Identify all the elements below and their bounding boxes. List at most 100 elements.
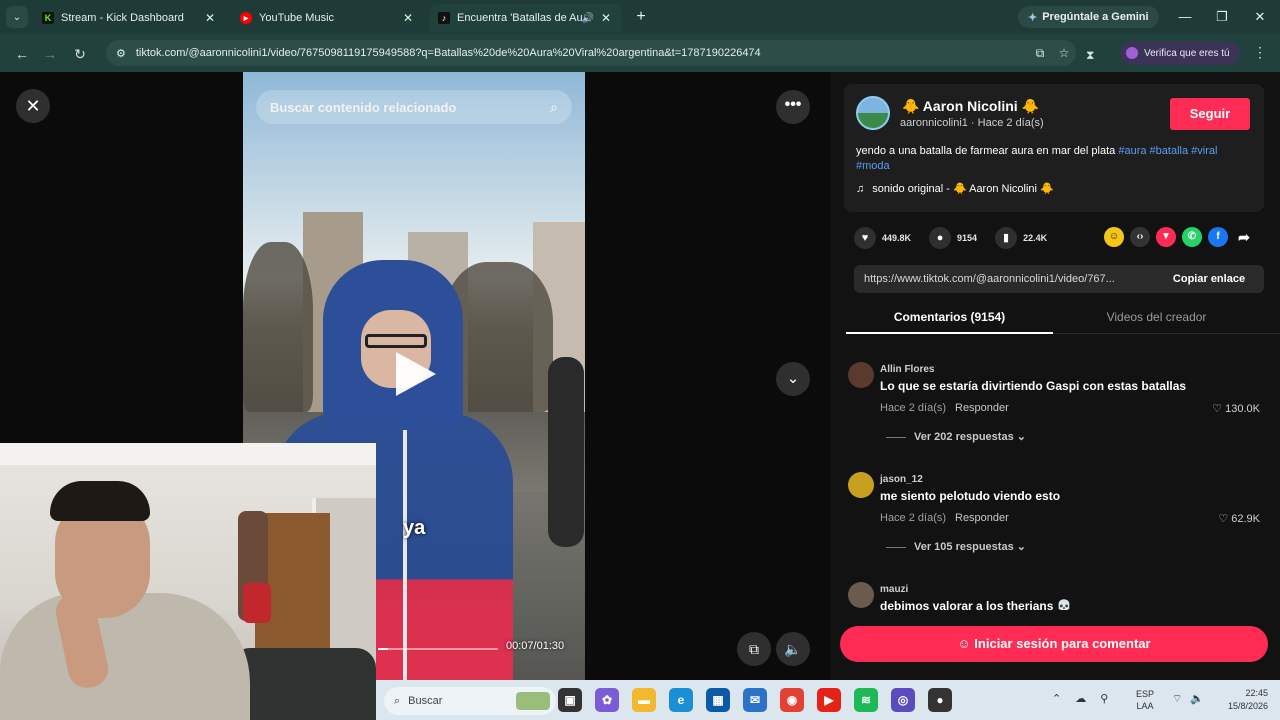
reply-button[interactable]: Responder — [955, 402, 1009, 414]
copilot-icon[interactable]: ✿ — [595, 688, 619, 712]
save-button[interactable]: ▮ 22.4K — [995, 227, 1047, 249]
comment-like-button[interactable]: ♡ 62.9K — [1218, 512, 1260, 525]
new-tab-button[interactable]: + — [632, 8, 650, 26]
forward-button[interactable]: → — [40, 44, 60, 64]
chrome-icon[interactable]: ◉ — [780, 688, 804, 712]
send-icon[interactable]: ▼ — [1156, 227, 1176, 247]
volume-button[interactable]: 🔈 — [776, 632, 810, 666]
view-replies-button[interactable]: Ver 202 respuestas ⌄ — [886, 430, 1026, 443]
hashtag-link[interactable]: #moda — [856, 160, 890, 172]
author-name[interactable]: 🐥 Aaron Nicolini 🐥 — [902, 98, 1039, 115]
music-link[interactable]: ♫ sonido original - 🐥 Aaron Nicolini 🐥 — [856, 182, 1054, 195]
site-info-icon[interactable]: ⚙ — [116, 47, 126, 60]
mail-icon[interactable]: ✉ — [743, 688, 767, 712]
share-arrow-icon[interactable]: ➦ — [1234, 227, 1254, 247]
spotify-icon[interactable]: ≋ — [854, 688, 878, 712]
url-text[interactable]: tiktok.com/@aaronnicolini1/video/7675098… — [136, 47, 1028, 59]
close-window-button[interactable]: ✕ — [1247, 6, 1273, 28]
clock[interactable]: 22:45 15/8/2026 — [1212, 687, 1268, 713]
commenter-name[interactable]: Allin Flores — [880, 364, 934, 375]
maximize-button[interactable]: ❐ — [1209, 6, 1235, 28]
login-to-comment-button[interactable]: ☺ Iniciar sesión para comentar — [840, 626, 1268, 662]
youtube-icon[interactable]: ▶ — [817, 688, 841, 712]
install-app-icon[interactable]: ⧉ — [1028, 46, 1052, 61]
language-code: ESP — [1136, 689, 1155, 699]
hashtag-link[interactable]: #batalla — [1150, 145, 1189, 157]
tray-app-icon[interactable]: ⚲ — [1100, 692, 1108, 705]
heart-icon: ♥ — [854, 227, 876, 249]
more-options-button[interactable]: ••• — [776, 90, 810, 124]
follow-button[interactable]: Seguir — [1170, 98, 1250, 130]
commenter-name[interactable]: mauzi — [880, 584, 908, 595]
gemini-button[interactable]: ✦ Pregúntale a Gemini — [1018, 6, 1159, 28]
taskbar-search[interactable]: ⌕ Buscar — [384, 687, 556, 715]
emoji-share-icon[interactable]: ☺ — [1104, 227, 1124, 247]
speaker-icon[interactable]: 🔊 — [582, 13, 594, 24]
obs-icon[interactable]: ◎ — [891, 688, 915, 712]
view-replies-label: Ver 105 respuestas — [914, 541, 1014, 553]
music-label: sonido original - 🐥 Aaron Nicolini 🐥 — [872, 183, 1054, 195]
tray-chevron-icon[interactable]: ⌃ — [1052, 692, 1061, 705]
search-icon[interactable]: ⌕ — [550, 99, 558, 116]
search-icon: ⌕ — [394, 694, 401, 707]
copy-link-button[interactable]: Copiar enlace — [1154, 273, 1264, 285]
close-tab-icon[interactable]: ✕ — [202, 11, 218, 25]
login-label: Iniciar sesión para comentar — [974, 636, 1151, 651]
task-view-icon[interactable]: ▣ — [558, 688, 582, 712]
hashtag-link[interactable]: #viral — [1191, 145, 1217, 157]
commenter-avatar[interactable] — [848, 582, 874, 608]
gemini-label: Pregúntale a Gemini — [1042, 11, 1149, 23]
tab-comments[interactable]: Comentarios (9154) — [846, 310, 1053, 324]
whatsapp-icon[interactable]: ✆ — [1182, 227, 1202, 247]
tab-kick-dashboard[interactable]: K Stream - Kick Dashboard ✕ — [34, 4, 226, 32]
address-bar[interactable]: ⚙ tiktok.com/@aaronnicolini1/video/76750… — [106, 40, 1076, 66]
comment-count: 9154 — [957, 233, 978, 243]
like-button[interactable]: ♥ 449.8K — [854, 227, 911, 249]
app-icon[interactable]: ● — [928, 688, 952, 712]
browser-menu-icon[interactable]: ⋮ — [1252, 44, 1268, 64]
minimize-button[interactable]: — — [1172, 6, 1198, 28]
related-search-input[interactable]: Buscar contenido relacionado ⌕ — [256, 90, 572, 124]
store-icon[interactable]: ▦ — [706, 688, 730, 712]
close-tab-icon[interactable]: ✕ — [400, 11, 416, 25]
profile-verify-button[interactable]: Verifica que eres tú — [1120, 41, 1240, 65]
kick-favicon-icon: K — [42, 12, 54, 24]
heart-outline-icon: ♡ — [1212, 403, 1226, 415]
back-button[interactable]: ← — [12, 44, 32, 64]
floating-player-button[interactable]: ⧉ — [737, 632, 771, 666]
commenter-avatar[interactable] — [848, 472, 874, 498]
clutter-image — [230, 648, 376, 720]
tray-app-icon[interactable]: ☁ — [1075, 692, 1086, 705]
tab-search-button[interactable]: ⌄ — [6, 6, 28, 28]
tab-creator-videos[interactable]: Videos del creador — [1053, 310, 1260, 324]
hashtag-link[interactable]: #aura — [1118, 145, 1146, 157]
save-count: 22.4K — [1023, 233, 1048, 243]
wifi-icon[interactable]: ⌔ — [1172, 692, 1182, 706]
view-replies-button[interactable]: Ver 105 respuestas ⌄ — [886, 540, 1026, 553]
chevron-down-icon: ⌄ — [1013, 541, 1026, 553]
volume-icon[interactable]: 🔈 — [1190, 692, 1204, 705]
facebook-icon[interactable]: f — [1208, 227, 1228, 247]
commenter-name[interactable]: jason_12 — [880, 474, 923, 485]
close-video-button[interactable]: ✕ — [16, 89, 50, 123]
comment-button[interactable]: ● 9154 — [929, 227, 977, 249]
file-explorer-icon[interactable]: ▬ — [632, 688, 656, 712]
extensions-icon[interactable]: ⧗ — [1086, 48, 1094, 63]
edge-icon[interactable]: e — [669, 688, 693, 712]
reload-button[interactable]: ↻ — [70, 44, 90, 64]
tab-tiktok[interactable]: ♪ Encuentra 'Batallas de Aura' 🔊 ✕ — [430, 4, 622, 32]
comment-like-button[interactable]: ♡ 130.0K — [1212, 402, 1260, 415]
next-video-button[interactable]: ⌄ — [776, 362, 810, 396]
progress-bar[interactable] — [378, 648, 498, 650]
embed-icon[interactable]: ‹› — [1130, 227, 1150, 247]
bookmark-star-icon[interactable]: ☆ — [1052, 46, 1076, 60]
author-avatar[interactable] — [856, 96, 890, 130]
play-icon[interactable] — [396, 352, 436, 396]
commenter-avatar[interactable] — [848, 362, 874, 388]
close-tab-icon[interactable]: ✕ — [598, 11, 614, 25]
zipper-image — [403, 412, 407, 680]
reply-button[interactable]: Responder — [955, 512, 1009, 524]
tab-youtube-music[interactable]: ▶ YouTube Music ✕ — [232, 4, 424, 32]
share-link-text[interactable]: https://www.tiktok.com/@aaronnicolini1/v… — [864, 273, 1154, 285]
language-indicator[interactable]: ESP LAA — [1136, 688, 1154, 712]
